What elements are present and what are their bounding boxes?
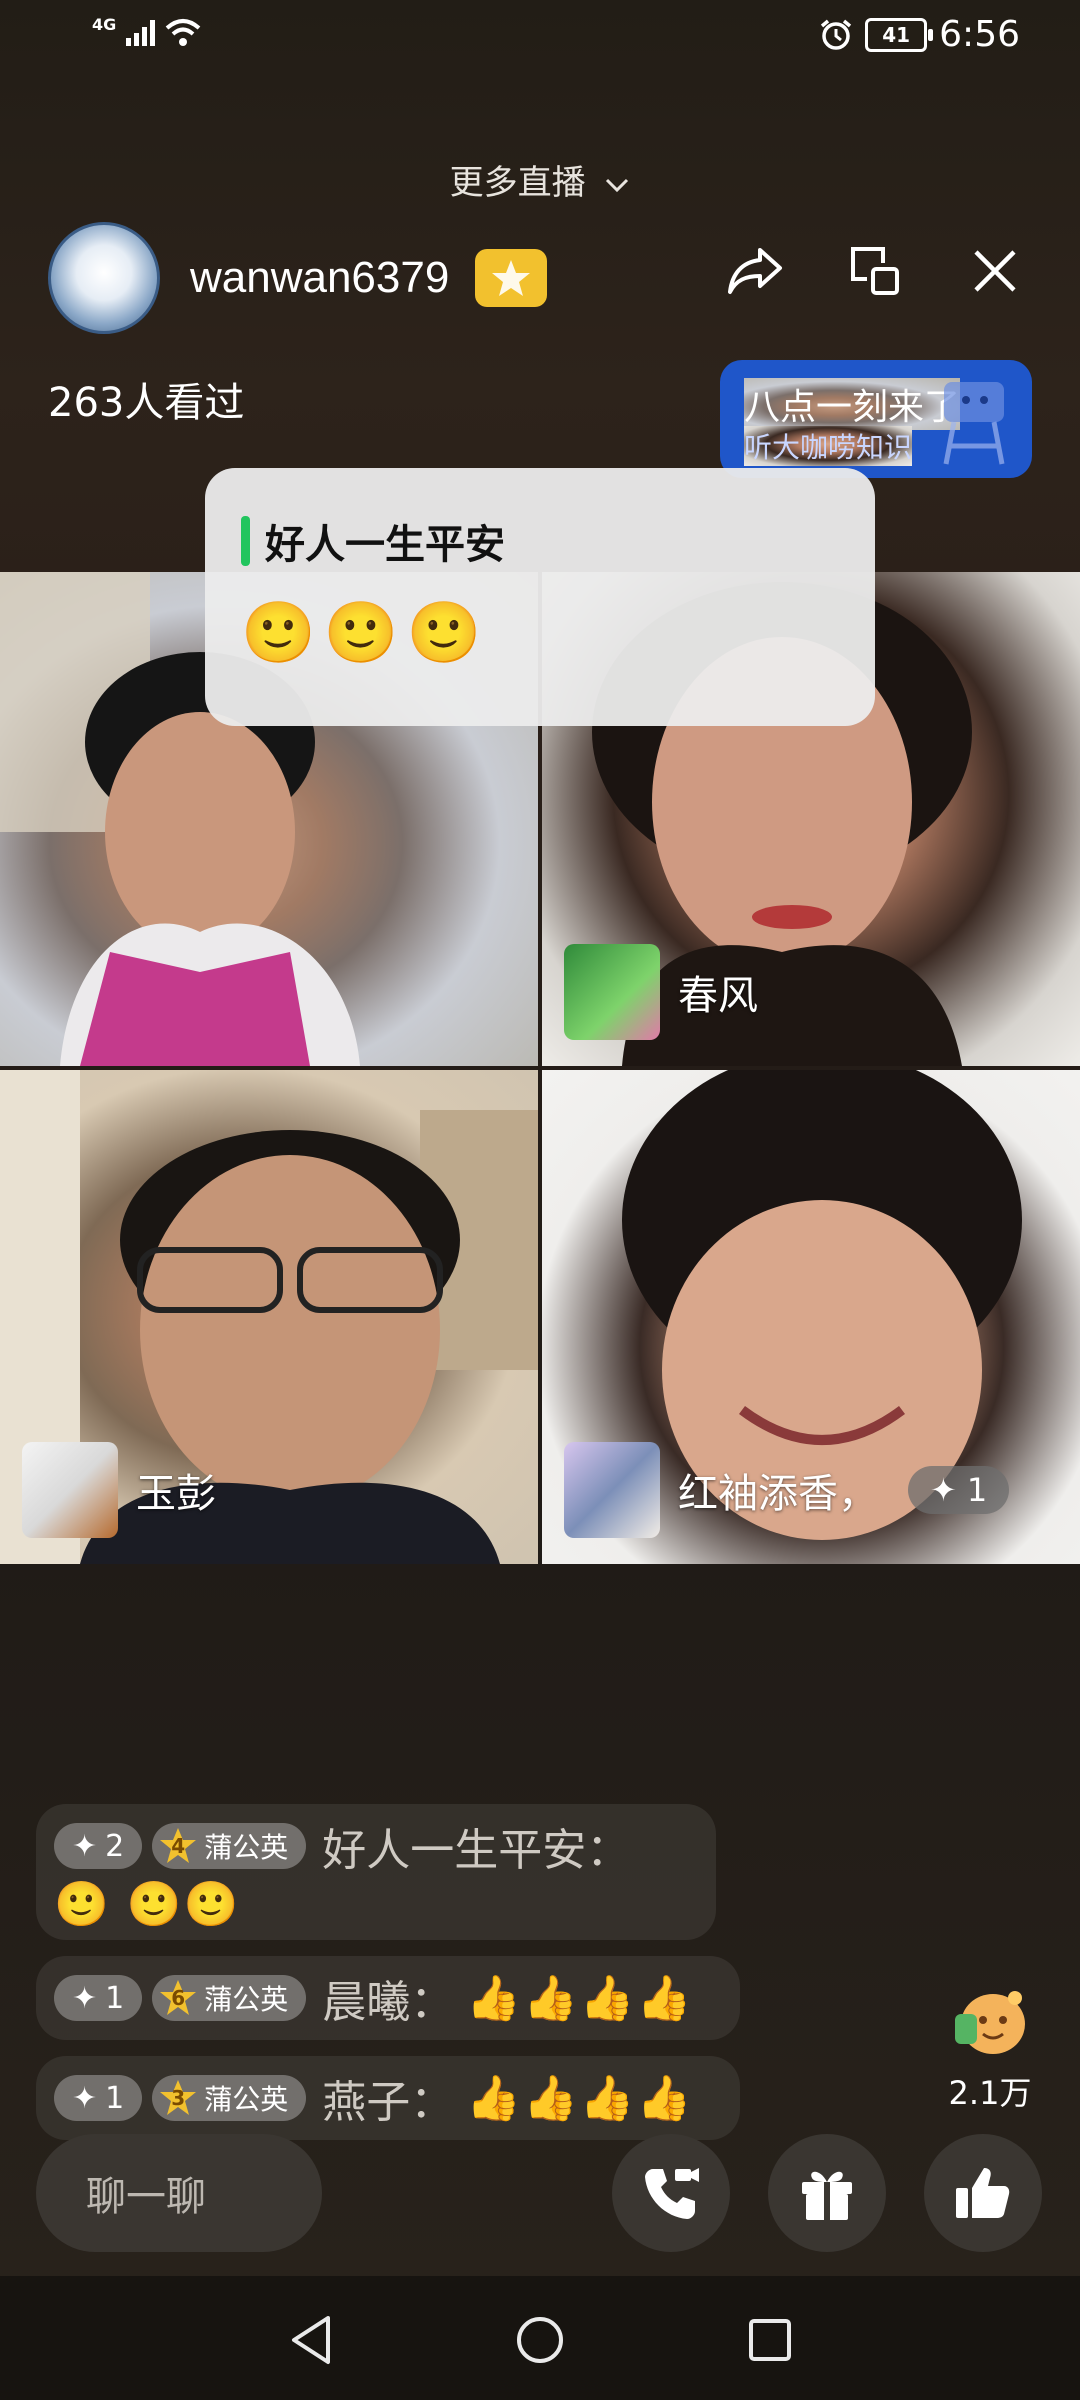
- level-star-icon: 3: [158, 2078, 198, 2118]
- wifi-icon: [165, 19, 201, 46]
- status-bar: 4G 41 6:56: [0, 0, 1080, 80]
- greeting-emojis: 🙂 🙂 🙂: [241, 598, 481, 668]
- fan-tag-label: 蒲公英: [204, 1831, 289, 1864]
- gift-button[interactable]: [768, 2134, 886, 2252]
- video-call-icon: [645, 2168, 699, 2219]
- sparkle-icon: ✦: [72, 1828, 98, 1864]
- battery-icon: 41: [865, 17, 934, 52]
- level-star-icon: 6: [158, 1978, 198, 2018]
- back-icon: [292, 2316, 330, 2364]
- chat-message[interactable]: ✦ 2 4 蒲公英 好人一生平安： 🙂 🙂🙂: [36, 1804, 716, 1940]
- plus-badge: ✦ 1: [54, 1975, 143, 2021]
- network-type: 4G: [92, 15, 117, 34]
- fan-tag: 3 蒲公英: [152, 2075, 307, 2121]
- participant-label: 春风: [564, 944, 758, 1040]
- signal-icon: [126, 20, 156, 46]
- system-nav-bar: [0, 2276, 1080, 2400]
- plus-count: 1: [966, 1471, 988, 1509]
- plus-badge: ✦ 1: [54, 2075, 143, 2121]
- participant-label: 红袖添香， ✦ 1: [564, 1442, 1010, 1538]
- chat-text: 晨曦：: [322, 1977, 455, 2028]
- chat-input[interactable]: 聊一聊: [36, 2134, 322, 2252]
- greeting-popup[interactable]: 好人一生平安 🙂 🙂 🙂: [205, 468, 875, 726]
- streamer-name[interactable]: wanwan6379: [190, 253, 449, 303]
- close-icon[interactable]: [964, 240, 1026, 302]
- video-tile-4[interactable]: 红袖添香， ✦ 1: [542, 1070, 1080, 1564]
- like-button[interactable]: [924, 2134, 1042, 2252]
- like-sticker-icon: [955, 1991, 1025, 2054]
- promo-mascot-icon: [943, 382, 1005, 465]
- star-badge-icon: [492, 260, 531, 296]
- chat-text: 燕子：: [322, 2077, 455, 2128]
- gift-icon: [802, 2171, 852, 2220]
- participant-avatar: [564, 944, 660, 1040]
- header-actions: [724, 240, 1026, 302]
- chat-emojis: 🙂 🙂🙂: [54, 1879, 241, 1930]
- level-star-icon: 4: [158, 1826, 198, 1866]
- fan-tag: 4 蒲公英: [152, 1823, 307, 1869]
- chat-message[interactable]: ✦ 1 3 蒲公英 燕子： 👍👍👍👍: [36, 2056, 740, 2140]
- fan-tag-label: 蒲公英: [204, 2083, 289, 2116]
- promo-banner[interactable]: 八点一刻来了 听大咖唠知识: [720, 360, 1032, 478]
- participant-label: 玉彭: [22, 1442, 216, 1538]
- viewer-count: 263人看过: [48, 380, 245, 426]
- participant-name: 红袖添香，: [678, 1471, 878, 1517]
- streamer-badge[interactable]: [475, 249, 548, 307]
- sparkle-icon: ✦: [930, 1471, 957, 1509]
- participant-name: 玉彭: [136, 1471, 216, 1517]
- video-tile-3[interactable]: 玉彭: [0, 1070, 538, 1564]
- streamer-info[interactable]: wanwan6379: [48, 222, 548, 334]
- like-counter[interactable]: 2.1万: [940, 1984, 1040, 2114]
- participant-name: 春风: [678, 973, 758, 1019]
- chevron-down-icon: [606, 178, 629, 192]
- clock: 6:56: [939, 14, 1020, 55]
- home-icon: [517, 2317, 563, 2363]
- chat-list: ✦ 2 4 蒲公英 好人一生平安： 🙂 🙂🙂 ✦ 1 6 蒲公英 晨曦： 👍👍👍👍 …: [36, 1804, 796, 2156]
- emoji-icon: 🙂: [241, 598, 316, 668]
- sparkle-icon: ✦: [72, 2080, 98, 2116]
- participant-avatar: [564, 1442, 660, 1538]
- promo-subtitle: 听大咖唠知识: [744, 426, 913, 466]
- like-icon: [956, 2168, 1010, 2218]
- chat-text: 好人一生平安：: [322, 1825, 631, 1876]
- emoji-icon: 🙂: [323, 598, 399, 668]
- streamer-avatar[interactable]: [48, 222, 160, 334]
- sparkle-icon: ✦: [72, 1980, 98, 2016]
- plus-badge: ✦ 2: [54, 1823, 143, 1869]
- promo-title: 八点一刻来了: [744, 378, 961, 430]
- status-left: 4G: [92, 15, 201, 48]
- recents-icon: [749, 2319, 791, 2361]
- more-live-label: 更多直播: [449, 163, 586, 203]
- more-live-dropdown[interactable]: 更多直播: [0, 155, 1080, 204]
- chat-emojis: 👍👍👍👍: [466, 1973, 694, 2024]
- back-button[interactable]: [284, 2314, 336, 2366]
- status-right: 41 6:56: [819, 14, 1020, 55]
- fan-tag-label: 蒲公英: [204, 1983, 289, 2016]
- greeting-title: 好人一生平安: [265, 522, 505, 568]
- plus-badge: ✦ 1: [908, 1466, 1010, 1514]
- emoji-icon: 🙂: [406, 598, 482, 668]
- participant-avatar: [22, 1442, 118, 1538]
- home-button[interactable]: [514, 2314, 566, 2366]
- share-icon[interactable]: [724, 240, 786, 302]
- chat-message[interactable]: ✦ 1 6 蒲公英 晨曦： 👍👍👍👍: [36, 1956, 740, 2040]
- recents-button[interactable]: [744, 2314, 796, 2366]
- fan-tag: 6 蒲公英: [152, 1975, 307, 2021]
- chat-emojis: 👍👍👍👍: [466, 2073, 694, 2124]
- screen-switch-icon[interactable]: [844, 240, 906, 302]
- alarm-icon: [821, 19, 852, 50]
- like-count: 2.1万: [948, 2074, 1032, 2112]
- accent-bar: [241, 516, 250, 566]
- video-call-button[interactable]: [612, 2134, 730, 2252]
